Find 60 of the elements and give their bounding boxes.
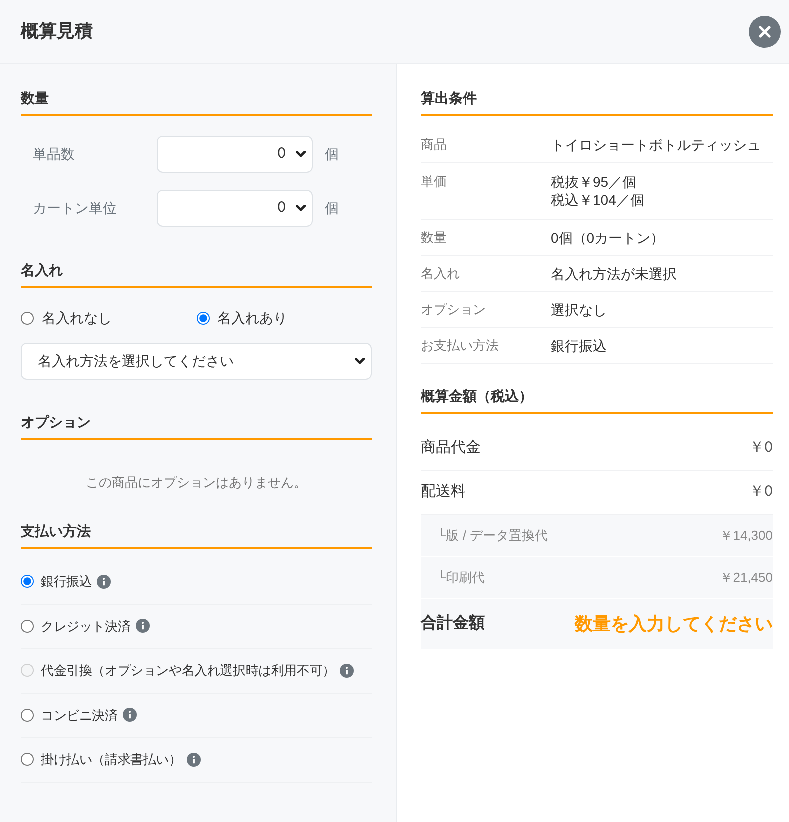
radio-label[interactable]: クレジット決済 bbox=[41, 616, 131, 636]
condition-label: 商品 bbox=[421, 136, 448, 154]
condition-value: 選択なし bbox=[551, 301, 607, 319]
chevron-down-icon bbox=[296, 205, 306, 212]
close-icon bbox=[759, 26, 771, 38]
imprint-method-select[interactable]: 名入れ方法を選択してください bbox=[21, 343, 372, 380]
estimate-label: 配送料 bbox=[421, 482, 466, 502]
quantity-label: カートン単位 bbox=[32, 199, 118, 218]
condition-value: トイロショートボトルティッシュ bbox=[551, 136, 761, 154]
condition-value: 税込￥104／個 bbox=[551, 191, 644, 209]
estimate-label: 商品代金 bbox=[421, 438, 481, 458]
estimate-sub-amount: ￥21,450 bbox=[720, 568, 773, 587]
radio-label[interactable]: コンビニ決済 bbox=[41, 706, 118, 725]
condition-label: 数量 bbox=[421, 229, 448, 247]
info-icon[interactable] bbox=[136, 619, 150, 634]
radio-label[interactable]: 銀行振込 bbox=[41, 572, 92, 592]
unit-label: 個 bbox=[325, 199, 339, 218]
unit-label: 個 bbox=[325, 145, 339, 164]
condition-value: 0個（0カートン） bbox=[551, 229, 665, 247]
condition-label: 単価 bbox=[421, 173, 448, 191]
section-heading: 支払い方法 bbox=[21, 522, 92, 541]
estimate-amount: ￥0 bbox=[750, 482, 773, 502]
radio-label[interactable]: 名入れなし bbox=[42, 308, 112, 329]
section-heading: 概算金額（税込） bbox=[421, 387, 534, 406]
radio-button[interactable] bbox=[21, 620, 34, 633]
info-icon[interactable] bbox=[122, 708, 137, 722]
condition-label: お支払い方法 bbox=[421, 337, 500, 355]
estimate-sub-label: └印刷代 bbox=[437, 568, 486, 587]
info-icon[interactable] bbox=[97, 574, 112, 589]
total-label: 合計金額 bbox=[421, 613, 485, 634]
condition-value: 税抜￥95／個 bbox=[551, 173, 638, 191]
radio-button[interactable] bbox=[21, 708, 34, 722]
condition-value: 銀行振込 bbox=[551, 337, 607, 355]
quantity-select[interactable]: 0 bbox=[157, 190, 313, 227]
estimate-sub-amount: ￥14,300 bbox=[720, 526, 773, 545]
close-button[interactable] bbox=[749, 16, 781, 48]
quantity-label: 単品数 bbox=[32, 145, 76, 164]
radio-label[interactable]: 掛け払い（請求書払い） bbox=[41, 750, 182, 770]
info-icon[interactable] bbox=[340, 664, 354, 678]
section-heading: オプション bbox=[21, 413, 92, 432]
section-heading: 算出条件 bbox=[421, 89, 478, 108]
radio-button[interactable] bbox=[21, 753, 34, 766]
estimate-sub-label: └版 / データ置換代 bbox=[437, 526, 548, 545]
radio-button[interactable] bbox=[196, 312, 210, 325]
dialog-title: 概算見積 bbox=[21, 20, 93, 43]
section-heading: 名入れ bbox=[21, 261, 64, 280]
chevron-down-icon bbox=[355, 358, 365, 365]
radio-button[interactable] bbox=[21, 575, 34, 588]
section-heading: 数量 bbox=[21, 89, 50, 108]
condition-value: 名入れ方法が未選択 bbox=[551, 265, 677, 283]
total-amount: 数量を入力してください bbox=[575, 612, 773, 636]
estimate-amount: ￥0 bbox=[750, 438, 773, 458]
condition-label: オプション bbox=[421, 301, 487, 319]
quantity-select[interactable]: 0 bbox=[157, 136, 313, 173]
info-icon[interactable] bbox=[186, 752, 201, 767]
radio-label[interactable]: 名入れあり bbox=[218, 308, 288, 329]
radio-button[interactable] bbox=[21, 312, 34, 325]
condition-label: 名入れ bbox=[421, 265, 461, 283]
no-options-message: この商品にオプションはありません。 bbox=[85, 474, 308, 492]
chevron-down-icon bbox=[296, 151, 306, 158]
